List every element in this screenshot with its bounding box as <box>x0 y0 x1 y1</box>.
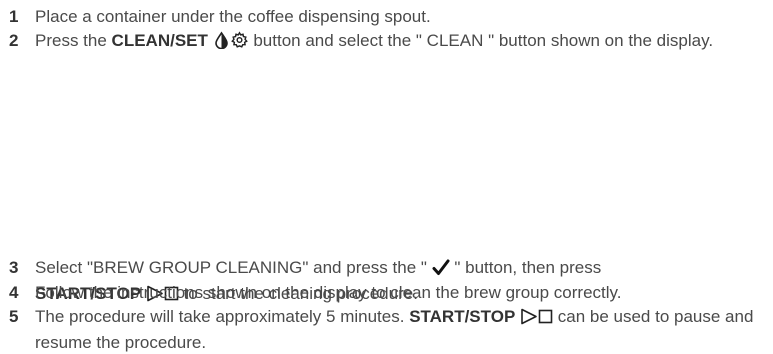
gear-icon <box>230 31 249 55</box>
step-number: 3 <box>9 258 19 277</box>
step-text-pre: The procedure will take approximately 5 … <box>35 307 410 326</box>
step-text: Follow the instructions shown on the dis… <box>35 283 622 302</box>
water-drop-icon <box>213 31 230 55</box>
step-text-pre: Press the <box>35 31 112 50</box>
step-text: Place a container under the coffee dispe… <box>35 7 431 26</box>
step-text: Press the CLEAN/SET button and select th… <box>35 29 765 55</box>
step-text-mid: " button, then press <box>449 258 602 277</box>
step-number: 1 <box>9 7 19 26</box>
step-number: 5 <box>9 307 19 326</box>
step-text-pre: Select "BREW GROUP CLEANING" and press t… <box>35 258 432 277</box>
step-number: 4 <box>9 283 19 302</box>
checkmark-icon <box>432 259 450 282</box>
step-text-post: button and select the " CLEAN " button s… <box>248 31 714 50</box>
stop-icon <box>538 308 553 331</box>
play-icon <box>520 308 538 331</box>
button-name-start-stop: START/STOP <box>409 307 516 326</box>
button-name-clean-set: CLEAN/SET <box>111 31 208 50</box>
step-number: 2 <box>9 31 19 50</box>
